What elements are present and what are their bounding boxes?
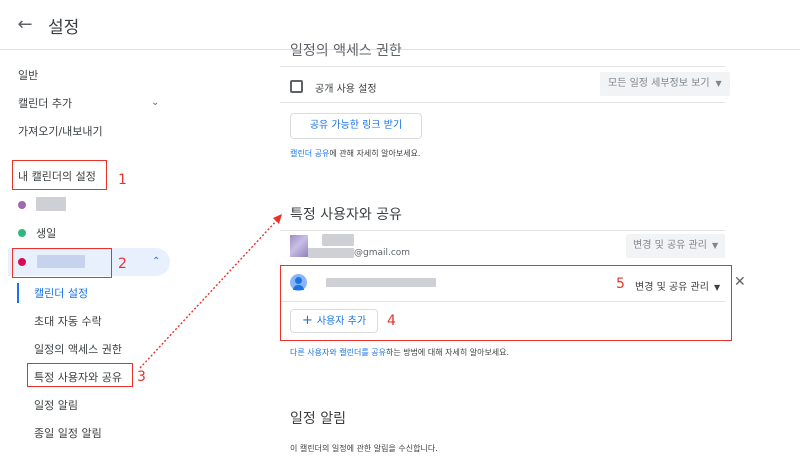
annotation-arrow: [139, 214, 282, 369]
